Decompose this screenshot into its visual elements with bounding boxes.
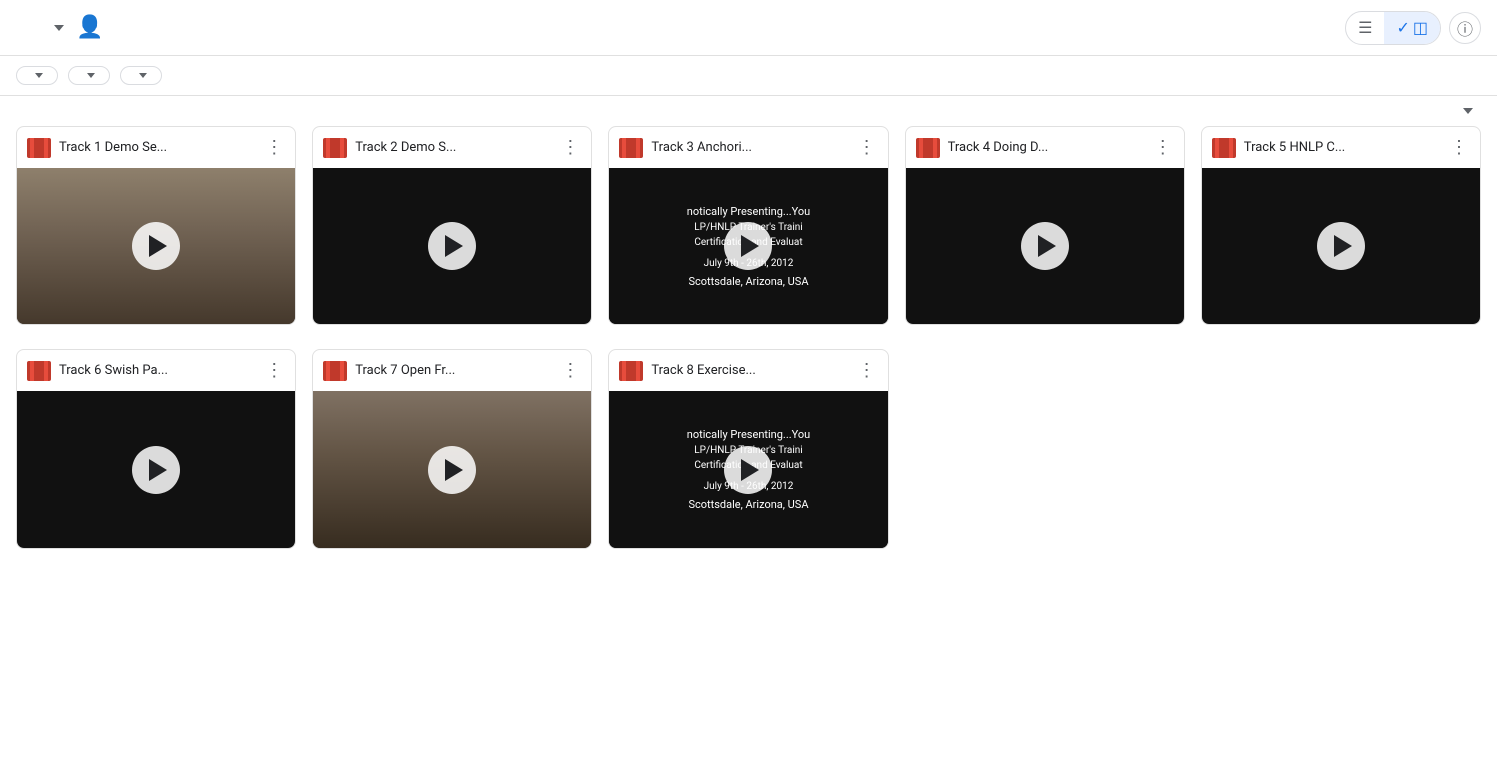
video-card-v7[interactable]: Track 7 Open Fr... ⋮ [312,349,592,548]
modified-filter-button[interactable] [120,66,162,85]
thumb-line-4: Scottsdale, Arizona, USA [688,498,808,511]
card-thumbnail [17,391,295,547]
video-card-v5[interactable]: Track 5 HNLP C... ⋮ [1201,126,1481,325]
card-title: Track 8 Exercise... [651,363,847,378]
thumb-line-0: notically Presenting...You [687,428,810,441]
card-menu-button[interactable]: ⋮ [263,135,285,160]
play-button[interactable] [132,446,180,494]
card-menu-button[interactable]: ⋮ [559,135,581,160]
film-icon [27,361,51,381]
thumb-line-4: Scottsdale, Arizona, USA [688,275,808,288]
play-triangle-icon [149,235,167,257]
grid-icon: ◫ [1413,18,1428,38]
card-header: Track 8 Exercise... ⋮ [609,350,887,391]
video-grid-row2: Track 6 Swish Pa...⋮Track 7 Open Fr...⋮T… [16,349,1481,548]
info-icon: ⓘ [1457,16,1473,40]
sort-chevron-icon [1463,108,1473,114]
header: 👤 ☰ ✓ ◫ ⓘ [0,0,1497,56]
film-icon [323,361,347,381]
card-title: Track 4 Doing D... [948,140,1144,155]
sort-name-button[interactable] [1458,108,1473,114]
breadcrumb-current[interactable] [48,25,64,31]
type-filter-button[interactable] [16,66,58,85]
people-filter-chevron [87,73,95,78]
filter-bar [0,56,1497,96]
card-thumbnail [17,168,295,324]
play-triangle-icon [445,235,463,257]
card-header: Track 1 Demo Se... ⋮ [17,127,295,168]
play-button[interactable] [132,222,180,270]
play-triangle-icon [445,459,463,481]
card-title: Track 6 Swish Pa... [59,363,255,378]
card-thumbnail [313,391,591,547]
film-icon [916,138,940,158]
play-triangle-icon [741,235,759,257]
play-triangle-icon [149,459,167,481]
video-card-v2[interactable]: Track 2 Demo S... ⋮ [312,126,592,325]
people-filter-button[interactable] [68,66,110,85]
card-menu-button[interactable]: ⋮ [856,135,878,160]
card-thumbnail: notically Presenting...YouLP/HNLP Traine… [609,168,887,324]
info-button[interactable]: ⓘ [1449,12,1481,44]
film-icon [323,138,347,158]
card-menu-button[interactable]: ⋮ [1448,135,1470,160]
header-actions: ☰ ✓ ◫ ⓘ [1345,11,1481,45]
files-header [16,108,1481,114]
video-card-v1[interactable]: Track 1 Demo Se... ⋮ [16,126,296,325]
card-header: Track 4 Doing D... ⋮ [906,127,1184,168]
sort-area [1450,108,1481,114]
card-title: Track 5 HNLP C... [1244,140,1440,155]
card-title: Track 7 Open Fr... [355,363,551,378]
checkmark-icon: ✓ [1396,18,1409,38]
film-icon [619,138,643,158]
play-triangle-icon [741,459,759,481]
video-card-v3[interactable]: Track 3 Anchori... ⋮ notically Presenting.… [608,126,888,325]
card-header: Track 2 Demo S... ⋮ [313,127,591,168]
card-menu-button[interactable]: ⋮ [263,358,285,383]
video-grid-row1: Track 1 Demo Se...⋮Track 2 Demo S...⋮Tra… [16,126,1481,349]
card-header: Track 7 Open Fr... ⋮ [313,350,591,391]
card-thumbnail: notically Presenting...YouLP/HNLP Traine… [609,391,887,547]
film-icon [1212,138,1236,158]
play-button[interactable] [428,222,476,270]
video-card-v8[interactable]: Track 8 Exercise... ⋮ notically Presenting… [608,349,888,548]
type-filter-chevron [35,73,43,78]
card-header: Track 6 Swish Pa... ⋮ [17,350,295,391]
list-view-button[interactable]: ☰ [1346,12,1384,44]
view-toggle: ☰ ✓ ◫ [1345,11,1441,45]
card-thumbnail [313,168,591,324]
card-menu-button[interactable]: ⋮ [559,358,581,383]
video-card-v6[interactable]: Track 6 Swish Pa... ⋮ [16,349,296,548]
film-icon [27,138,51,158]
thumb-line-0: notically Presenting...You [687,205,810,218]
card-header: Track 5 HNLP C... ⋮ [1202,127,1480,168]
modified-filter-chevron [139,73,147,78]
play-triangle-icon [1334,235,1352,257]
play-button[interactable] [724,446,772,494]
card-title: Track 1 Demo Se... [59,140,255,155]
files-section: Track 1 Demo Se...⋮Track 2 Demo S...⋮Tra… [0,96,1497,549]
card-thumbnail [906,168,1184,324]
card-thumbnail [1202,168,1480,324]
play-triangle-icon [1038,235,1056,257]
card-title: Track 2 Demo S... [355,140,551,155]
card-header: Track 3 Anchori... ⋮ [609,127,887,168]
film-icon [619,361,643,381]
video-card-v4[interactable]: Track 4 Doing D... ⋮ [905,126,1185,325]
play-button[interactable] [1021,222,1069,270]
grid-view-button[interactable]: ✓ ◫ [1384,12,1440,44]
play-button[interactable] [1317,222,1365,270]
card-menu-button[interactable]: ⋮ [856,358,878,383]
card-menu-button[interactable]: ⋮ [1152,135,1174,160]
card-title: Track 3 Anchori... [651,140,847,155]
play-button[interactable] [428,446,476,494]
breadcrumb-dropdown-icon [54,25,64,31]
shared-with-icon[interactable]: 👤 [76,15,103,40]
list-icon: ☰ [1358,18,1372,38]
